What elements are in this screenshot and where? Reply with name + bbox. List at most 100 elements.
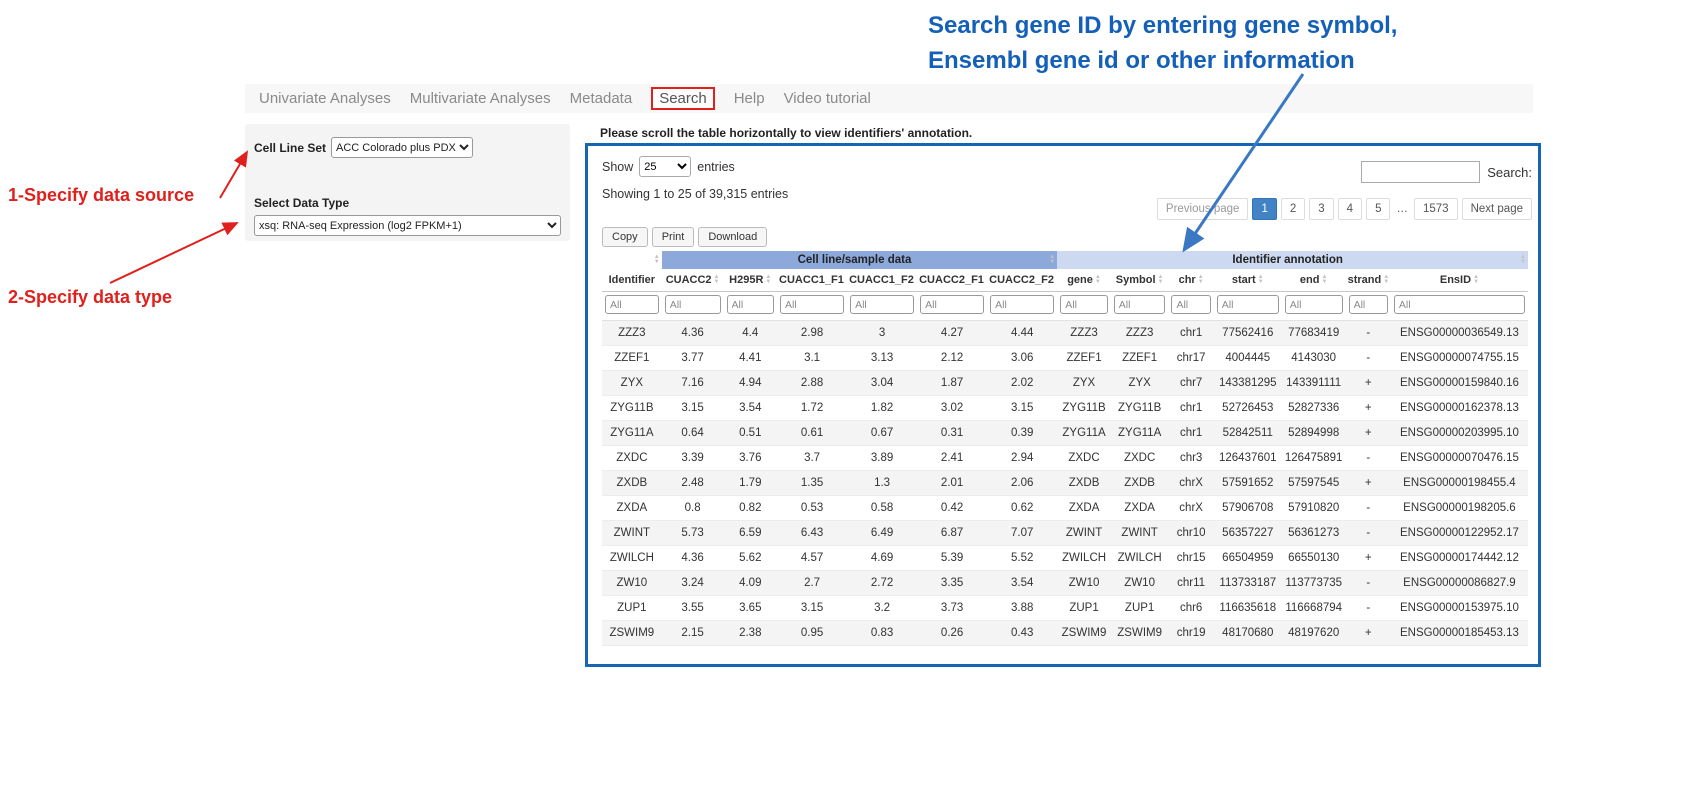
sort-icon: ▲▼	[1198, 275, 1204, 285]
cell: 52894998	[1282, 421, 1346, 446]
cell: 57910820	[1282, 496, 1346, 521]
cell: 3.89	[847, 446, 917, 471]
cell: +	[1346, 371, 1391, 396]
cell: chr10	[1168, 521, 1213, 546]
cell: chr1	[1168, 396, 1213, 421]
table-row: ZZEF13.774.413.13.132.123.06ZZEF1ZZEF1ch…	[602, 346, 1528, 371]
nav-item-help[interactable]: Help	[734, 90, 765, 107]
filter-input-cuacc2-f2[interactable]	[990, 295, 1054, 314]
table-row: ZWILCH4.365.624.574.695.395.52ZWILCHZWIL…	[602, 546, 1528, 571]
page-button-2[interactable]: 2	[1281, 198, 1305, 220]
cell: 2.01	[917, 471, 987, 496]
filter-input-h295r[interactable]	[727, 295, 775, 314]
filter-input-cuacc2-f1[interactable]	[920, 295, 984, 314]
data-type-select[interactable]: xsq: RNA-seq Expression (log2 FPKM+1)	[254, 215, 561, 236]
filter-input-cuacc1-f2[interactable]	[850, 295, 914, 314]
column-header-end[interactable]: end▲▼	[1282, 269, 1346, 292]
print-button[interactable]: Print	[652, 227, 695, 247]
column-header-identifier[interactable]: Identifier	[602, 269, 662, 292]
cell: 1.79	[724, 471, 778, 496]
sort-icon: ▲▼	[1158, 275, 1164, 285]
filter-input-end[interactable]	[1285, 295, 1343, 314]
nav-item-univariate-analyses[interactable]: Univariate Analyses	[259, 90, 391, 107]
cell: chr7	[1168, 371, 1213, 396]
filter-input-cuacc1-f1[interactable]	[780, 295, 844, 314]
cell: 2.88	[777, 371, 847, 396]
filter-cell	[1282, 292, 1346, 321]
cell: ENSG00000185453.13	[1391, 621, 1528, 646]
cell: ENSG00000203995.10	[1391, 421, 1528, 446]
column-header-cuacc1-f1[interactable]: CUACC1_F1▲▼	[777, 269, 847, 292]
cell: chrX	[1168, 471, 1213, 496]
cell: 3.2	[847, 596, 917, 621]
copy-button[interactable]: Copy	[602, 227, 648, 247]
page-button-4[interactable]: 4	[1338, 198, 1362, 220]
cell: chr19	[1168, 621, 1213, 646]
cell: 2.15	[662, 621, 724, 646]
column-header-gene[interactable]: gene▲▼	[1057, 269, 1111, 292]
filter-input-ensid[interactable]	[1394, 295, 1525, 314]
nav-item-metadata[interactable]: Metadata	[570, 90, 633, 107]
group-header-identifier-annotation[interactable]: Identifier annotation▲▼	[1057, 251, 1528, 269]
page-button-1[interactable]: 1	[1252, 198, 1276, 220]
cell: 116635618	[1214, 596, 1282, 621]
cell: 0.43	[987, 621, 1057, 646]
column-header-cuacc2-f2[interactable]: CUACC2_F2▲▼	[987, 269, 1057, 292]
column-header-cuacc1-f2[interactable]: CUACC1_F2▲▼	[847, 269, 917, 292]
filter-cell	[917, 292, 987, 321]
nav-item-search[interactable]: Search	[651, 87, 715, 110]
page-button-3[interactable]: 3	[1309, 198, 1333, 220]
sort-icon: ▲▼	[765, 275, 771, 285]
column-header-start[interactable]: start▲▼	[1214, 269, 1282, 292]
group-header-blank[interactable]: ▲▼	[602, 251, 662, 269]
nav-bar: Univariate Analyses Multivariate Analyses…	[245, 84, 1533, 113]
column-header-symbol[interactable]: Symbol▲▼	[1111, 269, 1169, 292]
column-header-ensid[interactable]: EnsID▲▼	[1391, 269, 1528, 292]
filter-input-chr[interactable]	[1171, 295, 1210, 314]
cell-line-set-select[interactable]: ACC Colorado plus PDX	[331, 137, 473, 158]
filter-input-gene[interactable]	[1060, 295, 1108, 314]
cell: 0.31	[917, 421, 987, 446]
page-button-1573[interactable]: 1573	[1414, 198, 1458, 220]
page-length-select[interactable]: 25	[639, 156, 691, 177]
export-buttons: CopyPrintDownload	[602, 227, 767, 247]
cell: ZXDB	[1057, 471, 1111, 496]
column-header-cuacc2-f1[interactable]: CUACC2_F1▲▼	[917, 269, 987, 292]
cell-line-set-row: Cell Line Set ACC Colorado plus PDX	[254, 137, 561, 158]
cell: 2.98	[777, 321, 847, 346]
column-header-strand[interactable]: strand▲▼	[1346, 269, 1391, 292]
download-button[interactable]: Download	[698, 227, 767, 247]
cell: 3.39	[662, 446, 724, 471]
filter-input-strand[interactable]	[1349, 295, 1388, 314]
filter-input-identifier[interactable]	[605, 295, 659, 314]
cell: -	[1346, 571, 1391, 596]
sort-icon: ▲▼	[654, 255, 660, 265]
search-input[interactable]	[1361, 161, 1480, 183]
cell: ENSG00000198455.4	[1391, 471, 1528, 496]
cell: ENSG00000174442.12	[1391, 546, 1528, 571]
nav-item-video-tutorial[interactable]: Video tutorial	[784, 90, 871, 107]
filter-input-start[interactable]	[1217, 295, 1279, 314]
cell: ENSG00000086827.9	[1391, 571, 1528, 596]
column-header-h295r[interactable]: H295R▲▼	[724, 269, 778, 292]
group-header-cell-line-sample-data[interactable]: Cell line/sample data▲▼	[662, 251, 1058, 269]
column-header-cuacc2[interactable]: CUACC2▲▼	[662, 269, 724, 292]
cell: ZYX	[1057, 371, 1111, 396]
data-type-label: Select Data Type	[254, 196, 561, 210]
cell: ZYG11B	[602, 396, 662, 421]
filter-input-symbol[interactable]	[1114, 295, 1166, 314]
cell: 3.54	[724, 396, 778, 421]
previous-page-button[interactable]: Previous page	[1157, 198, 1249, 220]
cell: 3.1	[777, 346, 847, 371]
table-row: ZXDC3.393.763.73.892.412.94ZXDCZXDCchr31…	[602, 446, 1528, 471]
cell: 3.15	[987, 396, 1057, 421]
column-header-chr[interactable]: chr▲▼	[1168, 269, 1213, 292]
cell: ENSG00000153975.10	[1391, 596, 1528, 621]
filter-cell	[1346, 292, 1391, 321]
filter-cell	[1057, 292, 1111, 321]
filter-input-cuacc2[interactable]	[665, 295, 721, 314]
nav-item-multivariate-analyses[interactable]: Multivariate Analyses	[410, 90, 551, 107]
page-button-5[interactable]: 5	[1366, 198, 1390, 220]
cell: ZXDA	[1111, 496, 1169, 521]
next-page-button[interactable]: Next page	[1462, 198, 1532, 220]
